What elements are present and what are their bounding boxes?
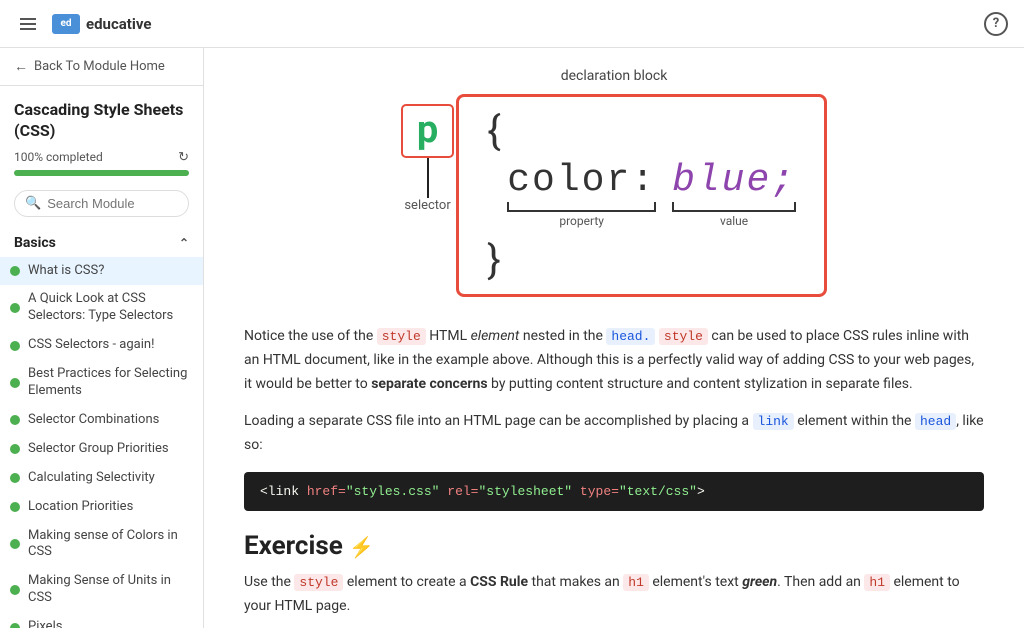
nav-item-label: A Quick Look at CSS Selectors: Type Sele… <box>28 291 189 325</box>
nav-dot <box>10 341 20 351</box>
back-button-label: Back To Module Home <box>34 59 165 74</box>
code-attr-type: type= <box>580 484 619 499</box>
exercise-title: Exercise ⚡ <box>244 531 984 561</box>
navbar-left: ed educative <box>16 14 151 34</box>
code-block: <link href="styles.css" rel="stylesheet"… <box>244 472 984 511</box>
refresh-icon[interactable]: ↻ <box>178 150 189 165</box>
back-to-module-button[interactable]: ← Back To Module Home <box>0 48 203 86</box>
nav-item-pixels[interactable]: Pixels <box>0 613 203 628</box>
nav-item-label: Calculating Selectivity <box>28 470 189 487</box>
property-label: property <box>559 214 604 228</box>
back-arrow-icon: ← <box>14 58 28 75</box>
code-val-type: "text/css" <box>619 484 697 499</box>
code-h1-1: h1 <box>623 574 649 591</box>
code-style-2: style <box>659 328 708 345</box>
nav-item-selector-combinations[interactable]: Selector Combinations <box>0 406 203 435</box>
progress-bar-background <box>14 170 189 176</box>
nav-dot <box>10 473 20 483</box>
nav-dot <box>10 623 20 628</box>
sidebar-header: Cascading Style Sheets (CSS) <box>0 86 203 150</box>
nav-item-calculating-selectivity[interactable]: Calculating Selectivity <box>0 464 203 493</box>
selector-label: selector <box>404 198 450 213</box>
chevron-up-icon[interactable]: ⌃ <box>179 236 189 250</box>
nav-dot <box>10 303 20 313</box>
section-basics-header: Basics ⌃ <box>0 227 203 257</box>
code-head-1: head. <box>606 328 655 345</box>
nav-item-css-selectors-again[interactable]: CSS Selectors - again! <box>0 331 203 360</box>
main-layout: ← Back To Module Home Cascading Style Sh… <box>0 48 1024 628</box>
nav-item-quick-look[interactable]: A Quick Look at CSS Selectors: Type Sele… <box>0 285 203 331</box>
sidebar-scroll: Basics ⌃ What is CSS? A Quick Look at CS… <box>0 227 203 628</box>
code-style-exercise: style <box>294 574 343 591</box>
nav-item-label: What is CSS? <box>28 263 189 280</box>
nav-item-label: Making sense of Colors in CSS <box>28 528 189 562</box>
search-box[interactable]: 🔍 <box>14 190 189 217</box>
nav-item-label: Making Sense of Units in CSS <box>28 573 189 607</box>
hamburger-button[interactable] <box>16 14 40 34</box>
exercise-paragraph: Use the style element to create a CSS Ru… <box>244 571 984 619</box>
declaration-block-box: { color: property <box>456 94 827 297</box>
progress-bar-fill <box>14 170 189 176</box>
code-h1-2: h1 <box>864 574 890 591</box>
progress-section: 100% completed ↻ <box>0 150 203 186</box>
code-link: link <box>753 413 794 430</box>
declaration-block-label: declaration block <box>561 68 668 84</box>
sidebar-title: Cascading Style Sheets (CSS) <box>14 100 189 142</box>
value-label: value <box>720 214 748 228</box>
value-text: blue; <box>672 159 796 202</box>
content-paragraph-2: Loading a separate CSS file into an HTML… <box>244 410 984 458</box>
nav-dot <box>10 266 20 276</box>
nav-item-best-practices[interactable]: Best Practices for Selecting Elements <box>0 360 203 406</box>
nav-item-selector-group-priorities[interactable]: Selector Group Priorities <box>0 435 203 464</box>
search-icon: 🔍 <box>25 196 41 211</box>
nav-item-label: Location Priorities <box>28 499 189 516</box>
lightning-icon: ⚡ <box>349 535 374 559</box>
help-icon[interactable]: ? <box>984 12 1008 36</box>
main-content: declaration block p selector { color: <box>204 48 1024 628</box>
sidebar: ← Back To Module Home Cascading Style Sh… <box>0 48 204 628</box>
nav-item-colors[interactable]: Making sense of Colors in CSS <box>0 522 203 568</box>
nav-item-location-priorities[interactable]: Location Priorities <box>0 493 203 522</box>
property-text: color: <box>507 159 656 202</box>
nav-item-label: Selector Combinations <box>28 412 189 429</box>
code-attr-rel: rel= <box>447 484 478 499</box>
code-head-2: head <box>915 413 956 430</box>
nav-dot <box>10 378 20 388</box>
nav-dot <box>10 539 20 549</box>
nav-item-what-is-css[interactable]: What is CSS? <box>0 257 203 286</box>
section-basics-label: Basics <box>14 235 56 251</box>
logo-icon: ed <box>52 14 80 34</box>
code-val-href: "styles.css" <box>346 484 440 499</box>
nav-item-label: Best Practices for Selecting Elements <box>28 366 189 400</box>
css-diagram: declaration block p selector { color: <box>244 68 984 297</box>
nav-item-label: Pixels <box>28 619 189 628</box>
open-brace: { <box>487 111 796 151</box>
search-input[interactable] <box>47 196 178 211</box>
code-style-1: style <box>377 328 426 345</box>
content-paragraph-1: Notice the use of the style HTML element… <box>244 325 984 396</box>
nav-dot <box>10 444 20 454</box>
nav-dot <box>10 415 20 425</box>
nav-dot <box>10 502 20 512</box>
navbar: ed educative ? <box>0 0 1024 48</box>
nav-dot <box>10 585 20 595</box>
navbar-right: ? <box>984 12 1008 36</box>
code-attr-href: href= <box>307 484 346 499</box>
selector-element: p <box>401 104 454 158</box>
code-val-rel: "stylesheet" <box>478 484 572 499</box>
code-tag-open: <link <box>260 484 307 499</box>
nav-item-units[interactable]: Making Sense of Units in CSS <box>0 567 203 613</box>
nav-item-label: Selector Group Priorities <box>28 441 189 458</box>
progress-label: 100% completed <box>14 150 103 164</box>
logo: ed educative <box>52 14 151 34</box>
logo-text: educative <box>86 15 151 33</box>
nav-item-label: CSS Selectors - again! <box>28 337 189 354</box>
progress-row: 100% completed ↻ <box>14 150 189 165</box>
close-brace: } <box>487 240 796 280</box>
